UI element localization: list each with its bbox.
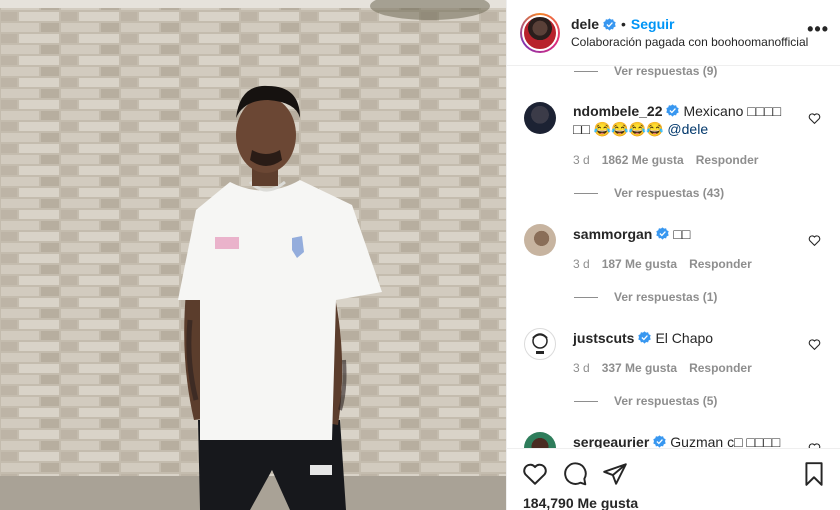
author-username[interactable]: dele [571,16,599,32]
comment-like-heart-icon[interactable] [808,112,821,125]
commenter-username[interactable]: sammorgan [573,226,652,242]
commenter-avatar[interactable] [524,328,556,360]
post-actions: 184,790 Me gusta [507,448,840,510]
view-replies-link[interactable]: Ver respuestas (5) [574,394,717,408]
comment-meta: 3 d 187 Me gusta Responder [573,257,752,271]
comment-age[interactable]: 3 d [573,361,590,375]
bookmark-icon[interactable] [801,461,827,487]
verified-badge-icon [638,331,652,344]
comment-body: Guzman c□ □□□□ [670,434,781,448]
view-replies-label: Ver respuestas (9) [614,66,718,78]
mention-link[interactable]: @dele [667,121,708,137]
commenter-username[interactable]: ndombele_22 [573,103,662,119]
view-replies-label: Ver respuestas (43) [614,186,725,200]
reply-button[interactable]: Responder [689,361,752,375]
photo-illustration [0,0,506,510]
comment-text: sergeaurier Guzman c□ □□□□ [573,433,793,448]
commenter-avatar[interactable] [524,224,556,256]
verified-badge-icon [603,17,616,31]
reply-button[interactable]: Responder [696,153,759,167]
verified-badge-icon [653,435,666,448]
heart-icon[interactable] [522,461,548,487]
view-replies-link[interactable]: Ver respuestas (43) [574,186,724,200]
avatar-sketch-icon [532,333,548,354]
comment-meta: 3 d 1862 Me gusta Responder [573,153,758,167]
view-replies-label: Ver respuestas (1) [614,290,718,304]
comment-icon[interactable] [562,461,588,487]
comment-likes[interactable]: 1862 Me gusta [602,153,684,167]
comments-list: Ver respuestas (9) ndombele_22 Mexicano □… [507,66,840,448]
separator-dot: • [621,16,626,32]
view-replies-link[interactable]: Ver respuestas (1) [574,290,717,304]
replies-divider [574,296,598,298]
author-line: dele • Seguir [571,16,675,32]
paid-partnership-label[interactable]: Colaboración pagada con boohoomanofficia… [571,35,808,49]
comment-age[interactable]: 3 d [573,257,590,271]
comment-likes[interactable]: 337 Me gusta [602,361,677,375]
commenter-username[interactable]: sergeaurier [573,434,649,448]
comment-meta: 3 d 337 Me gusta Responder [573,361,752,375]
comment-text: sammorgan □□ [573,225,793,243]
comment-body: El Chapo [655,330,714,346]
post-header: dele • Seguir Colaboración pagada con bo… [507,0,840,66]
instagram-post: dele • Seguir Colaboración pagada con bo… [0,0,840,510]
author-avatar[interactable] [520,13,560,53]
reply-button[interactable]: Responder [689,257,752,271]
replies-divider [574,70,598,72]
verified-badge-icon [666,104,680,117]
comment-text: ndombele_22 Mexicano □□□□ □□ 😂😂😂😂 @dele [573,102,793,138]
post-like-count[interactable]: 184,790 Me gusta [523,495,638,510]
verified-badge-icon [656,227,670,240]
comment-like-heart-icon[interactable] [808,338,821,351]
comment-age[interactable]: 3 d [573,153,590,167]
comment-text: justscuts El Chapo [573,329,793,347]
post-photo[interactable] [0,0,506,510]
comment-body: □□ [673,226,691,242]
comment-like-heart-icon[interactable] [808,234,821,247]
follow-button[interactable]: Seguir [631,16,675,32]
comment-likes[interactable]: 187 Me gusta [602,257,677,271]
commenter-avatar[interactable] [524,102,556,134]
view-replies-link[interactable]: Ver respuestas (9) [574,66,717,78]
replies-divider [574,192,598,194]
send-icon[interactable] [602,461,628,487]
more-options-icon[interactable]: ••• [807,19,829,40]
author-avatar-image [522,15,558,51]
view-replies-label: Ver respuestas (5) [614,394,718,408]
commenter-username[interactable]: justscuts [573,330,634,346]
replies-divider [574,400,598,402]
post-side-panel: dele • Seguir Colaboración pagada con bo… [506,0,840,510]
commenter-avatar[interactable] [524,432,556,448]
